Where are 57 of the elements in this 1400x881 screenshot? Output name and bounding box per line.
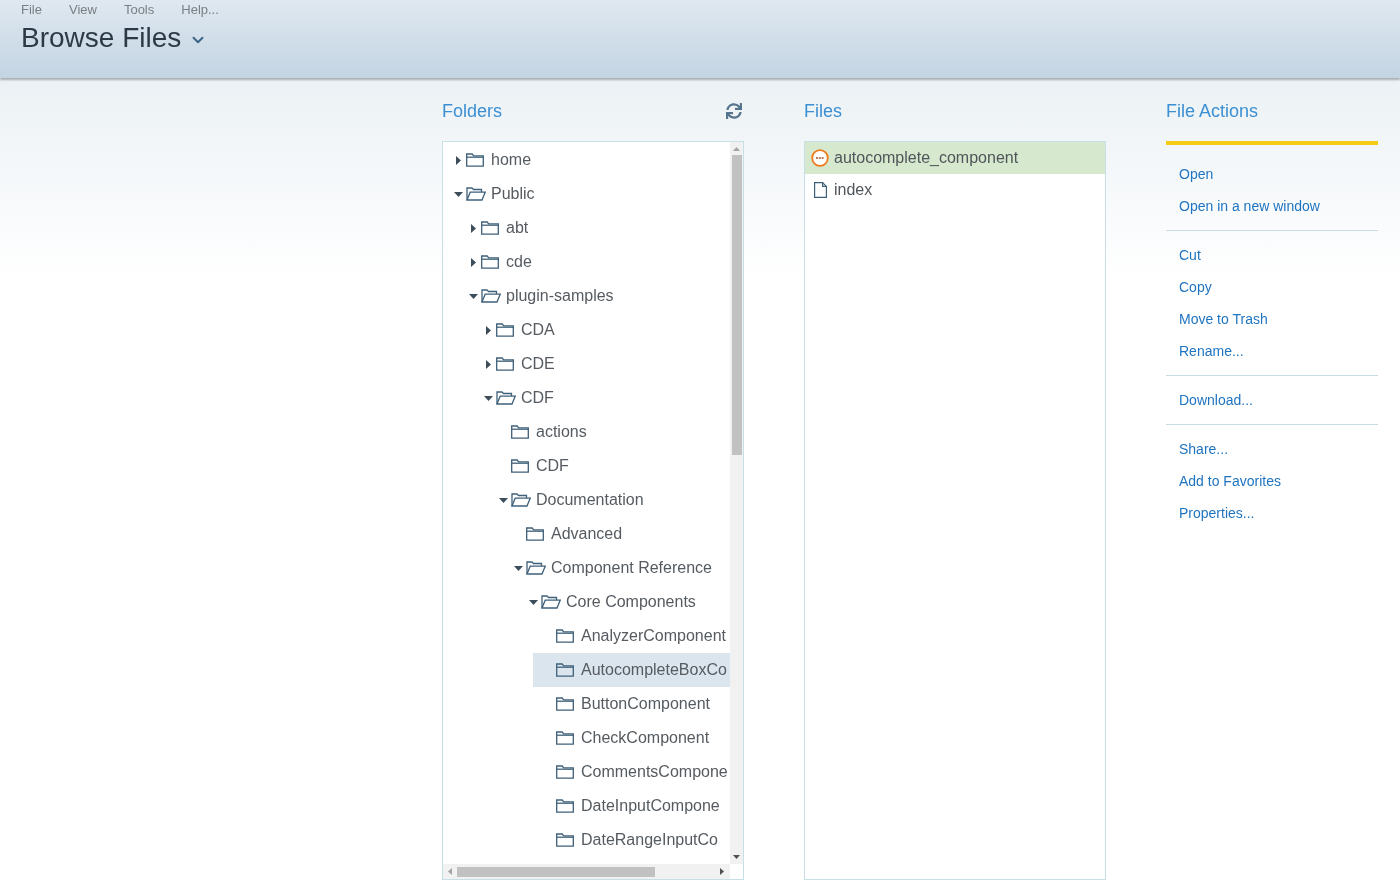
action-link[interactable]: Open in a new window — [1179, 195, 1320, 217]
tree-item[interactable]: AutocompleteBoxCo — [533, 653, 730, 687]
caret-down-icon[interactable] — [468, 293, 478, 299]
tree-item[interactable]: DateRangeInputCo — [533, 823, 730, 857]
tree-item[interactable]: cde — [458, 245, 730, 279]
tree-item[interactable]: actions — [488, 415, 730, 449]
scroll-right-arrow-icon[interactable] — [720, 868, 724, 875]
tree-item[interactable]: Component Reference — [503, 551, 730, 585]
vertical-scrollbar[interactable] — [730, 142, 743, 864]
refresh-icon[interactable] — [726, 103, 742, 119]
tree-item[interactable]: Advanced — [503, 517, 730, 551]
section-heading: Folders — [442, 100, 503, 123]
tree-item[interactable]: Core Components — [518, 585, 730, 619]
tree-item[interactable]: ButtonComponent — [533, 687, 730, 721]
action-link[interactable]: Properties... — [1179, 502, 1255, 524]
caret-down-icon[interactable] — [453, 191, 463, 197]
tree-item[interactable]: CDF — [473, 381, 730, 415]
action-link[interactable]: Add to Favorites — [1179, 470, 1281, 492]
tree-item[interactable]: abt — [458, 211, 730, 245]
horizontal-scrollbar[interactable] — [443, 864, 730, 879]
tree-item[interactable]: Documentation — [488, 483, 730, 517]
caret-right-icon[interactable] — [485, 325, 491, 335]
document-icon — [813, 182, 827, 198]
tree-item[interactable]: CDA — [473, 313, 730, 347]
action-link[interactable]: Move to Trash — [1179, 308, 1268, 330]
caret-right-icon[interactable] — [455, 155, 461, 165]
tree-item[interactable]: CDE — [473, 347, 730, 381]
tree-item[interactable]: CheckComponent — [533, 721, 730, 755]
caret-right-icon[interactable] — [470, 257, 476, 267]
caret-right-icon[interactable] — [470, 223, 476, 233]
circle-logo-icon — [811, 149, 829, 167]
action-link[interactable]: Download... — [1179, 389, 1253, 411]
caret-down-icon[interactable] — [528, 599, 538, 605]
tree-item[interactable]: CDF — [488, 449, 730, 483]
section-heading: File Actions — [1166, 100, 1259, 123]
scrollbar-thumb[interactable] — [731, 155, 742, 455]
tree-item[interactable]: Public — [443, 177, 730, 211]
action-link[interactable]: Open — [1179, 163, 1214, 185]
scroll-down-arrow-icon[interactable] — [733, 855, 740, 859]
section-heading: Files — [804, 100, 842, 123]
tree-item[interactable]: home — [443, 143, 730, 177]
scrollbar-thumb[interactable] — [457, 866, 655, 877]
action-link[interactable]: Cut — [1179, 244, 1201, 266]
action-link[interactable]: Copy — [1179, 276, 1212, 298]
caret-down-icon[interactable] — [483, 395, 493, 401]
list-entry[interactable]: index — [805, 174, 1105, 206]
tree-item[interactable]: plugin-samples — [458, 279, 730, 313]
page-title: Browse Files — [21, 21, 182, 55]
caret-down-icon[interactable] — [498, 497, 508, 503]
list-entry[interactable]: autocomplete_component — [805, 142, 1105, 174]
action-link[interactable]: Rename... — [1179, 340, 1244, 362]
tree-item[interactable]: AnalyzerComponent — [533, 619, 730, 653]
caret-down-icon[interactable] — [513, 565, 523, 571]
tree-item[interactable]: DateInputCompone — [533, 789, 730, 823]
action-link[interactable]: Share... — [1179, 438, 1229, 460]
tree-item[interactable]: CommentsCompone — [533, 755, 730, 789]
caret-right-icon[interactable] — [485, 359, 491, 369]
